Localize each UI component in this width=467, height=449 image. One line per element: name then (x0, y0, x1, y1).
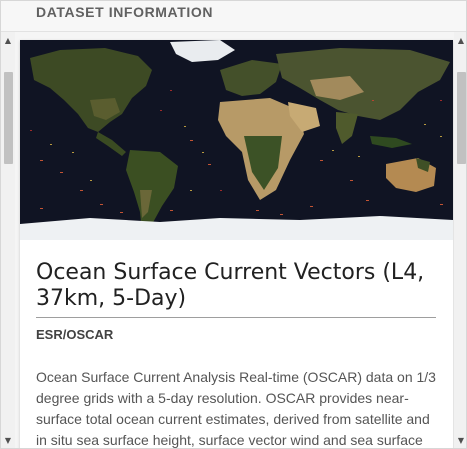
panel-header: DATASET INFORMATION (1, 1, 466, 32)
dataset-information-panel: DATASET INFORMATION ▲ ▼ Ocean Surface Cu… (0, 0, 467, 449)
dataset-card: Ocean Surface Current Vectors (L4, 37km,… (20, 40, 453, 448)
right-scrollbar[interactable]: ▲ ▼ (454, 32, 466, 448)
scrollbar-thumb[interactable] (4, 72, 13, 164)
scroll-up-icon[interactable]: ▲ (1, 34, 15, 48)
dataset-provider: ESR/OSCAR (36, 327, 114, 342)
dataset-preview-map (20, 40, 453, 240)
scrollbar-thumb[interactable] (457, 72, 466, 164)
dataset-description: Ocean Surface Current Analysis Real-time… (36, 369, 436, 448)
scroll-area[interactable]: ▲ ▼ Ocean Surface Current Vectors (L4, 3… (1, 32, 466, 448)
scroll-down-icon[interactable]: ▼ (454, 434, 466, 448)
scroll-down-icon[interactable]: ▼ (1, 434, 15, 448)
panel-title: DATASET INFORMATION (36, 4, 214, 20)
world-map-image (20, 40, 453, 240)
scroll-up-icon[interactable]: ▲ (454, 34, 466, 48)
title-divider (36, 317, 436, 318)
dataset-title: Ocean Surface Current Vectors (L4, 37km,… (36, 260, 425, 311)
left-scrollbar[interactable]: ▲ ▼ (1, 32, 15, 448)
